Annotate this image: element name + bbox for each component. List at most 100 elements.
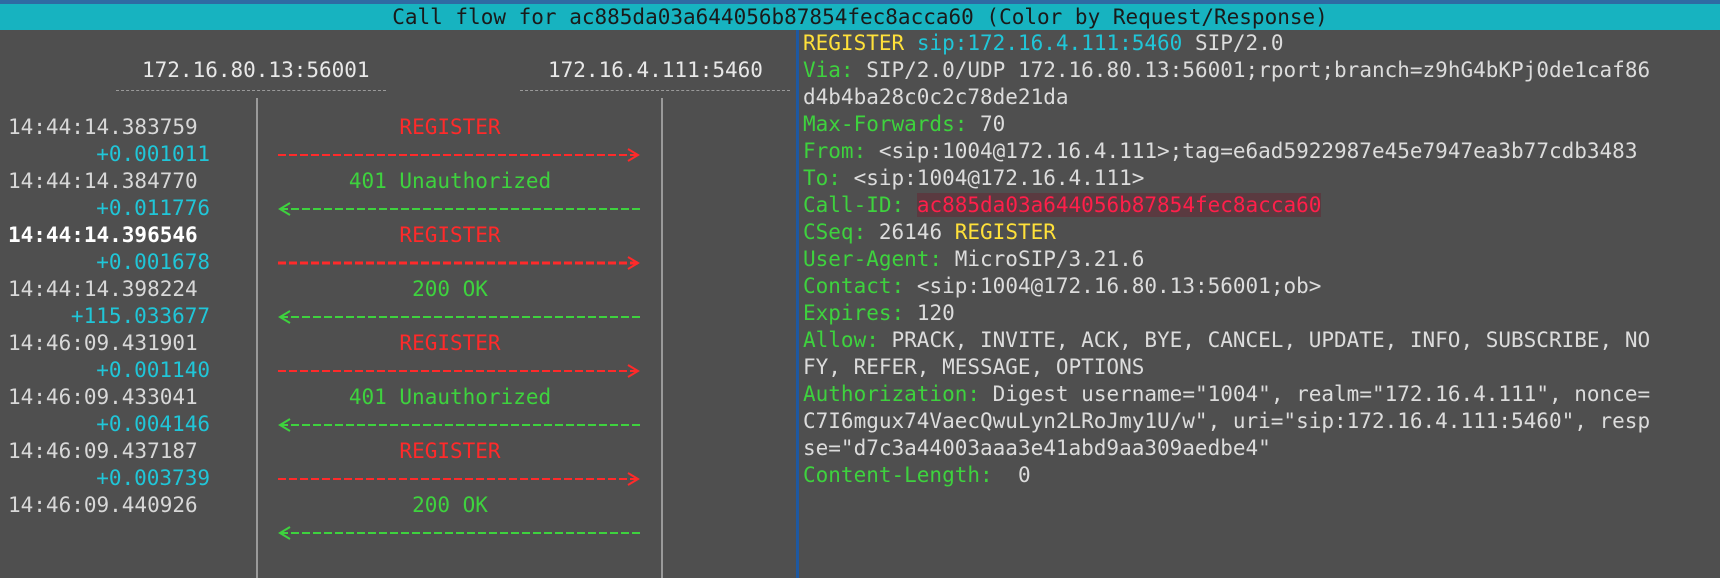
message-arrow-row[interactable]: +0.001140 <box>0 357 796 384</box>
arrow-right-icon <box>276 249 642 276</box>
window-title: Call flow for ac885da03a644056b87854fec8… <box>0 4 1720 30</box>
header-value: C7I6mgux74VaecQwuLyn2LRoJmy1U/w", uri="s… <box>803 409 1651 433</box>
message-row[interactable]: 14:46:09.437187 REGISTER <box>0 438 796 465</box>
message-delta: +0.003739 <box>96 466 210 490</box>
header-value: <sip:1004@172.16.4.111> <box>853 166 1145 190</box>
message-delta: +0.001678 <box>96 250 210 274</box>
header-via: Via: SIP/2.0/UDP 172.16.80.13:56001;rpor… <box>803 57 1715 84</box>
header-call-id: Call-ID: ac885da03a644056b87854fec8acca6… <box>803 192 1715 219</box>
header-value: 120 <box>916 301 955 325</box>
header-name: Authorization: <box>803 382 981 406</box>
message-arrow-row[interactable]: +0.011776 <box>0 195 796 222</box>
request-uri: sip:172.16.4.111:5460 <box>916 31 1183 55</box>
header-content-length: Content-Length: 0 <box>803 462 1715 489</box>
arrow-left-icon <box>276 195 642 222</box>
message-label: 401 Unauthorized <box>348 169 552 193</box>
message-timestamp: 14:44:14.396546 <box>8 223 198 247</box>
header-name: Max-Forwards: <box>803 112 968 136</box>
message-row[interactable]: 14:44:14.383759 REGISTER <box>0 114 796 141</box>
host-right-label: 172.16.4.111:5460 <box>548 58 763 82</box>
message-delta: +0.011776 <box>96 196 210 220</box>
header-name: Call-ID: <box>803 193 905 217</box>
arrow-right-icon <box>276 141 642 168</box>
arrow-left-icon <box>276 411 642 438</box>
message-timestamp: 14:44:14.398224 <box>8 277 198 301</box>
host-left-underline <box>116 90 386 91</box>
message-label: REGISTER <box>399 439 501 463</box>
message-timestamp: 14:44:14.383759 <box>8 115 198 139</box>
arrow-left-icon <box>276 519 642 546</box>
message-row[interactable]: 14:44:14.396546 REGISTER <box>0 222 796 249</box>
host-right-underline <box>520 90 790 91</box>
message-arrow-row[interactable] <box>0 519 796 546</box>
arrow-right-icon <box>276 465 642 492</box>
header-name: Expires: <box>803 301 905 325</box>
header-value: MicroSIP/3.21.6 <box>954 247 1145 271</box>
message-row[interactable]: 14:44:14.398224 200 OK <box>0 276 796 303</box>
header-value: SIP/2.0/UDP 172.16.80.13:56001;rport;bra… <box>866 58 1651 82</box>
header-value: FY, REFER, MESSAGE, OPTIONS <box>803 355 1145 379</box>
header-value: se="d7c3a44003aaa3e41abd9aa309aedbe4" <box>803 436 1271 460</box>
panel-separator[interactable] <box>796 30 799 578</box>
header-value: 70 <box>980 112 1006 136</box>
header-contact: Contact: <sip:1004@172.16.80.13:56001;ob… <box>803 273 1715 300</box>
header-to: To: <sip:1004@172.16.4.111> <box>803 165 1715 192</box>
message-arrow-row[interactable]: +0.004146 <box>0 411 796 438</box>
header-value: <sip:1004@172.16.80.13:56001;ob> <box>916 274 1322 298</box>
message-arrow-row[interactable]: +0.001678 <box>0 249 796 276</box>
call-id-value: ac885da03a644056b87854fec8acca60 <box>916 193 1322 217</box>
message-delta: +0.001140 <box>96 358 210 382</box>
header-user-agent: User-Agent: MicroSIP/3.21.6 <box>803 246 1715 273</box>
message-label: 200 OK <box>412 493 488 517</box>
cseq-method: REGISTER <box>954 220 1056 244</box>
message-detail-panel: REGISTER sip:172.16.4.111:5460 SIP/2.0 V… <box>803 30 1715 489</box>
message-arrow-row[interactable]: +0.003739 <box>0 465 796 492</box>
message-timestamp: 14:46:09.437187 <box>8 439 198 463</box>
header-name: Allow: <box>803 328 879 352</box>
message-label: REGISTER <box>399 331 501 355</box>
header-from: From: <sip:1004@172.16.4.111>;tag=e6ad59… <box>803 138 1715 165</box>
message-timestamp: 14:46:09.440926 <box>8 493 198 517</box>
header-value: PRACK, INVITE, ACK, BYE, CANCEL, UPDATE,… <box>891 328 1651 352</box>
message-delta: +0.001011 <box>96 142 210 166</box>
message-label: REGISTER <box>399 223 501 247</box>
message-row[interactable]: 14:44:14.384770 401 Unauthorized <box>0 168 796 195</box>
message-arrow-row[interactable]: +0.001011 <box>0 141 796 168</box>
header-name: User-Agent: <box>803 247 943 271</box>
header-name: Via: <box>803 58 854 82</box>
message-timestamp: 14:44:14.384770 <box>8 169 198 193</box>
message-arrow-row[interactable]: +115.033677 <box>0 303 796 330</box>
header-expires: Expires: 120 <box>803 300 1715 327</box>
header-allow: Allow: PRACK, INVITE, ACK, BYE, CANCEL, … <box>803 327 1715 354</box>
message-row[interactable]: 14:46:09.433041 401 Unauthorized <box>0 384 796 411</box>
header-authorization: Authorization: Digest username="1004", r… <box>803 381 1715 408</box>
message-row[interactable]: 14:46:09.440926 200 OK <box>0 492 796 519</box>
header-name: Content-Length: <box>803 463 993 487</box>
header-authorization-cont: se="d7c3a44003aaa3e41abd9aa309aedbe4" <box>803 435 1715 462</box>
cseq-number: 26146 <box>878 220 943 244</box>
header-cseq: CSeq: 26146 REGISTER <box>803 219 1715 246</box>
arrow-right-icon <box>276 357 642 384</box>
header-value: <sip:1004@172.16.4.111>;tag=e6ad5922987e… <box>878 139 1638 163</box>
message-delta: +115.033677 <box>70 304 210 328</box>
request-version: SIP/2.0 <box>1194 31 1284 55</box>
header-name: CSeq: <box>803 220 867 244</box>
message-row[interactable]: 14:46:09.431901 REGISTER <box>0 330 796 357</box>
header-name: Contact: <box>803 274 905 298</box>
call-flow-panel: 172.16.80.13:56001 172.16.4.111:5460 14:… <box>0 30 796 578</box>
header-name: To: <box>803 166 841 190</box>
header-value: d4b4ba28c0c2c78de21da <box>803 85 1069 109</box>
message-label: REGISTER <box>399 115 501 139</box>
message-timestamp: 14:46:09.433041 <box>8 385 198 409</box>
message-label: 200 OK <box>412 277 488 301</box>
header-via-cont: d4b4ba28c0c2c78de21da <box>803 84 1715 111</box>
header-value: Digest username="1004", realm="172.16.4.… <box>992 382 1651 406</box>
header-authorization-cont: C7I6mgux74VaecQwuLyn2LRoJmy1U/w", uri="s… <box>803 408 1715 435</box>
host-left-label: 172.16.80.13:56001 <box>142 58 370 82</box>
header-value: 0 <box>1005 463 1031 487</box>
request-method: REGISTER <box>803 31 905 55</box>
header-allow-cont: FY, REFER, MESSAGE, OPTIONS <box>803 354 1715 381</box>
message-timestamp: 14:46:09.431901 <box>8 331 198 355</box>
message-label: 401 Unauthorized <box>348 385 552 409</box>
header-max-forwards: Max-Forwards: 70 <box>803 111 1715 138</box>
